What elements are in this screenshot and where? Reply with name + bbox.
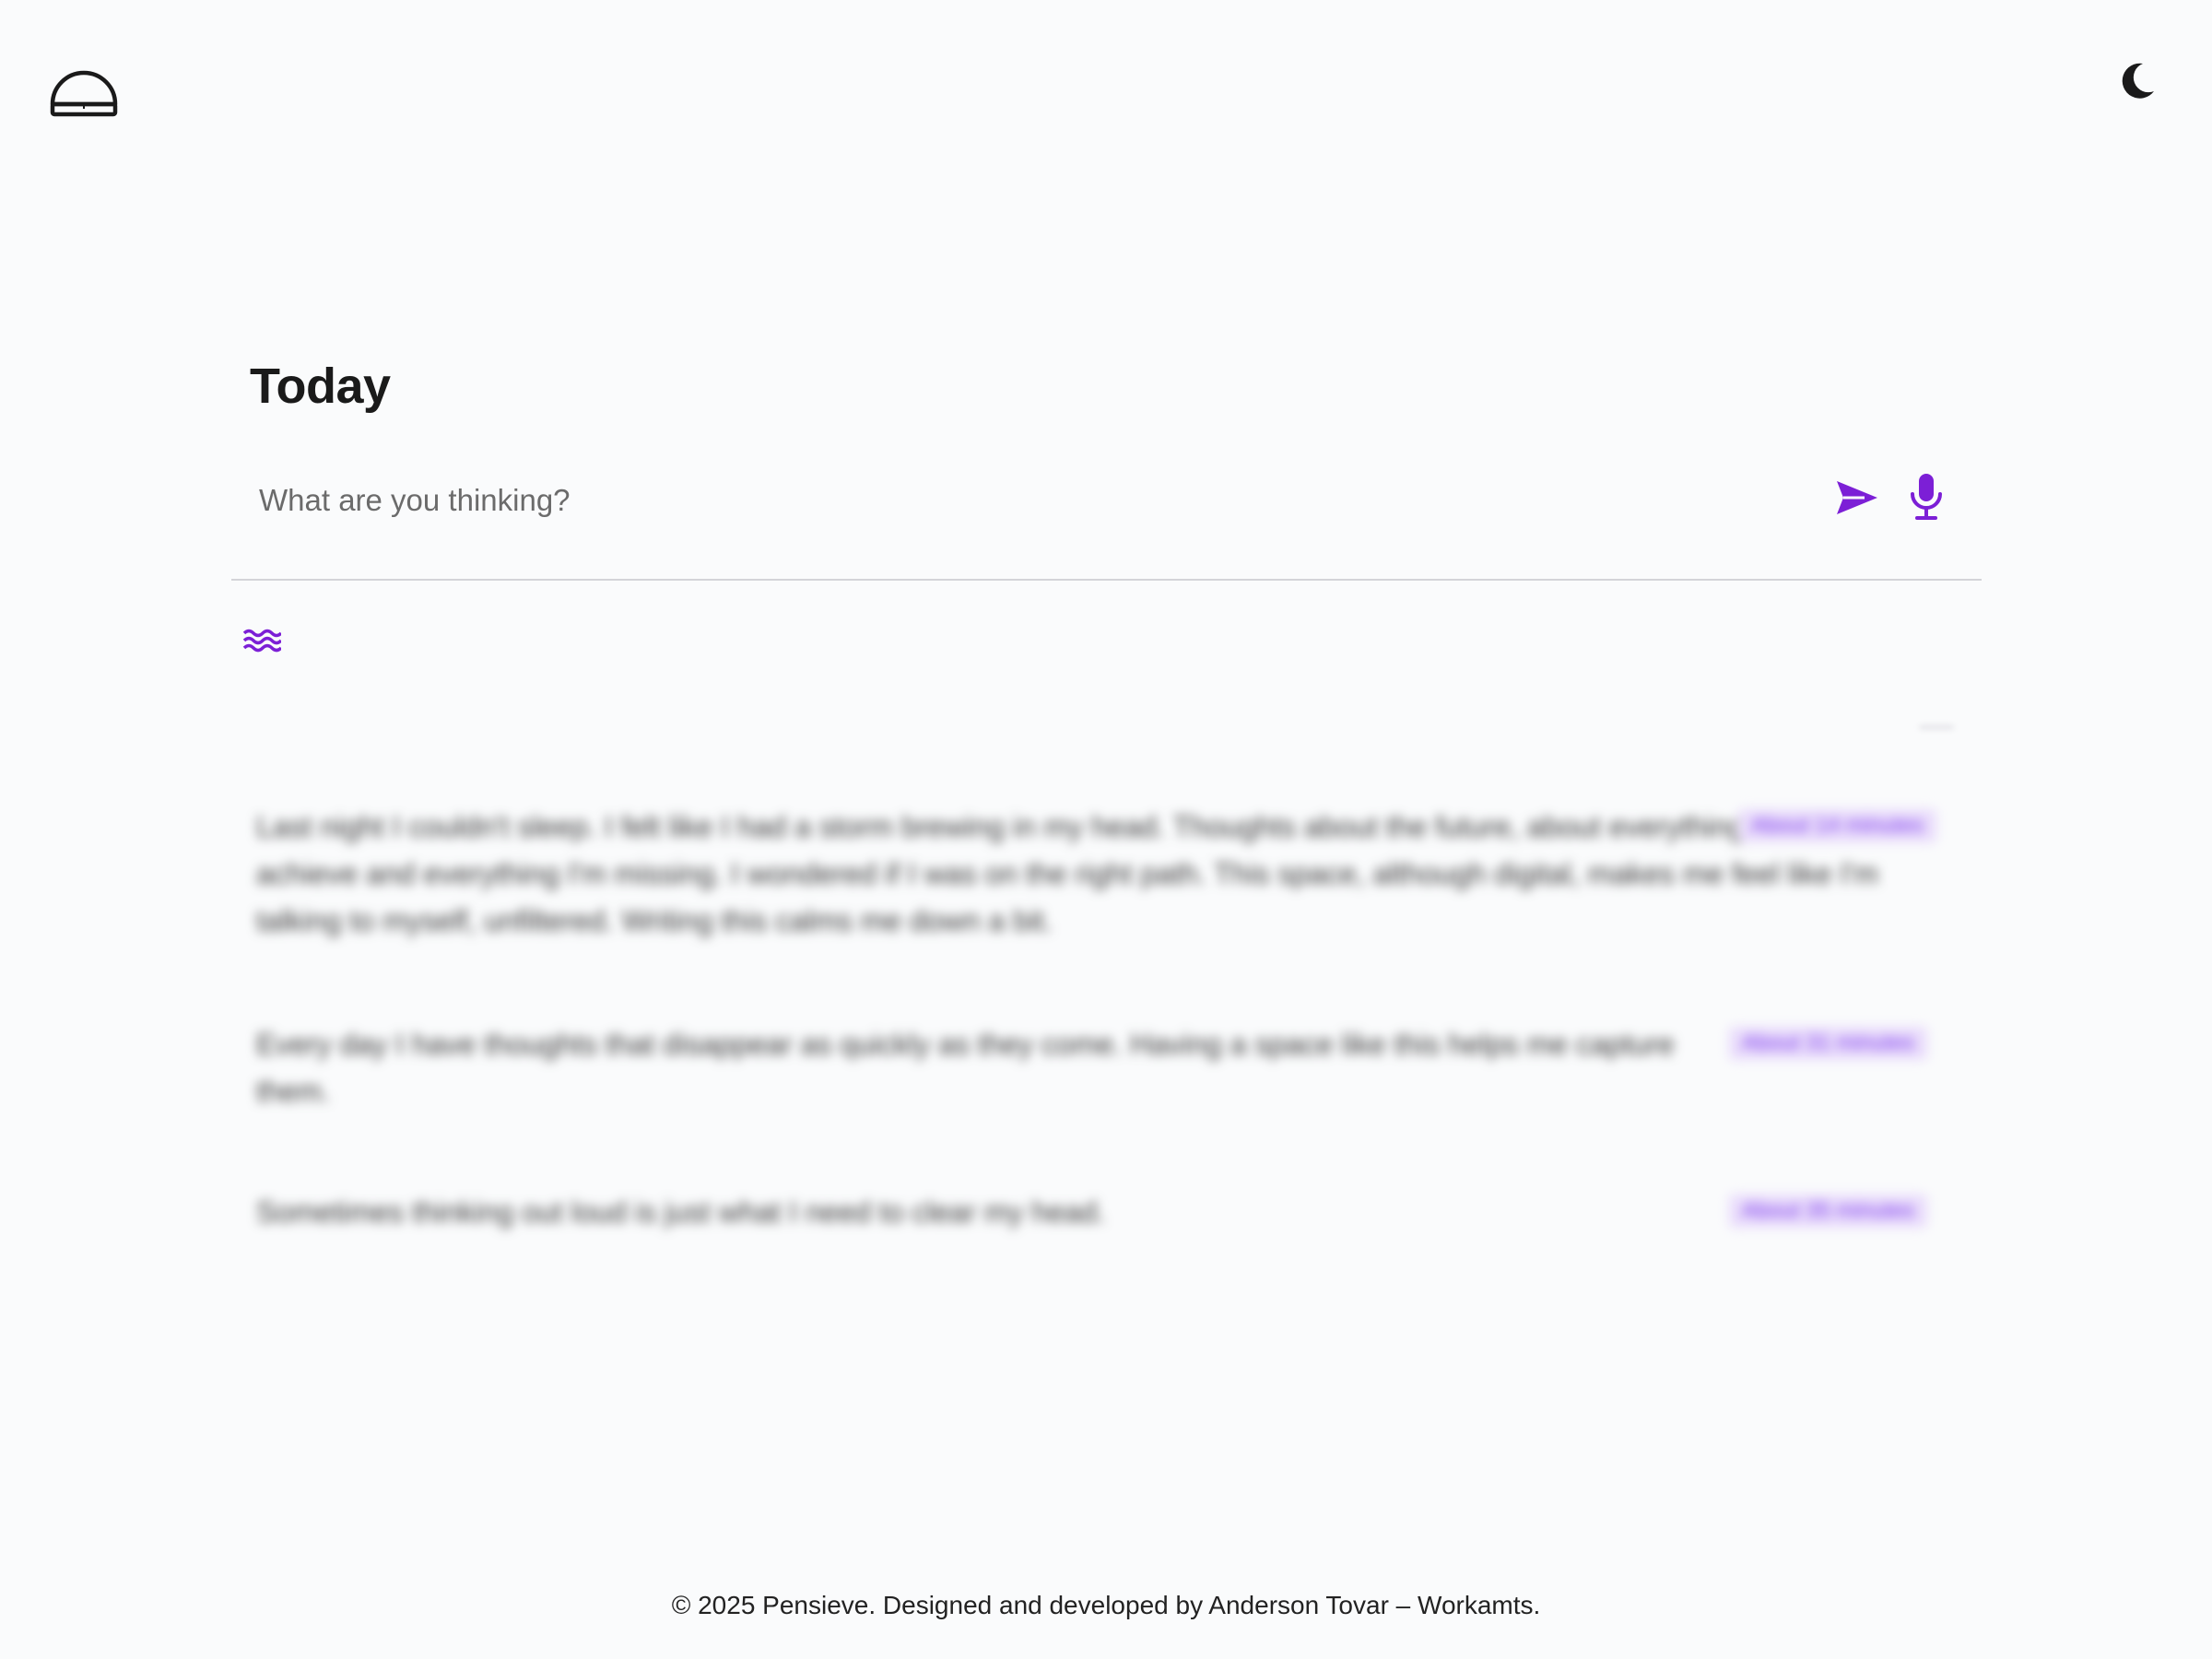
entry-text: Last night I couldn't sleep. I felt like… [256, 810, 1879, 937]
list-item[interactable]: Every day I have thoughts that disappear… [256, 1021, 1950, 1123]
page-title: Today [250, 359, 391, 414]
send-button[interactable] [1833, 474, 1881, 522]
pensieve-logo-icon[interactable] [45, 45, 123, 119]
entry-text: Every day I have thoughts that disappear… [256, 1028, 1675, 1108]
send-icon [1837, 481, 1877, 514]
thought-input[interactable] [257, 461, 1772, 540]
list-item[interactable]: Sometimes thinking out loud is just what… [256, 1189, 1950, 1244]
microphone-icon [1911, 474, 1942, 520]
moon-icon[interactable] [2120, 61, 2157, 101]
thought-composer [231, 452, 1982, 581]
faint-divider [1919, 724, 1954, 730]
microphone-button[interactable] [1906, 470, 1947, 525]
entry-time-badge: About 31 minutes [1729, 1027, 1927, 1060]
entry-time-badge: About 14 minutes [1738, 809, 1936, 842]
waves-icon[interactable] [242, 627, 283, 654]
list-item[interactable]: Last night I couldn't sleep. I felt like… [256, 804, 1950, 951]
footer-text: © 2025 Pensieve. Designed and developed … [671, 1591, 1541, 1619]
entry-text: Sometimes thinking out loud is just what… [256, 1195, 1106, 1229]
entry-time-badge: About 35 minutes [1729, 1194, 1927, 1228]
